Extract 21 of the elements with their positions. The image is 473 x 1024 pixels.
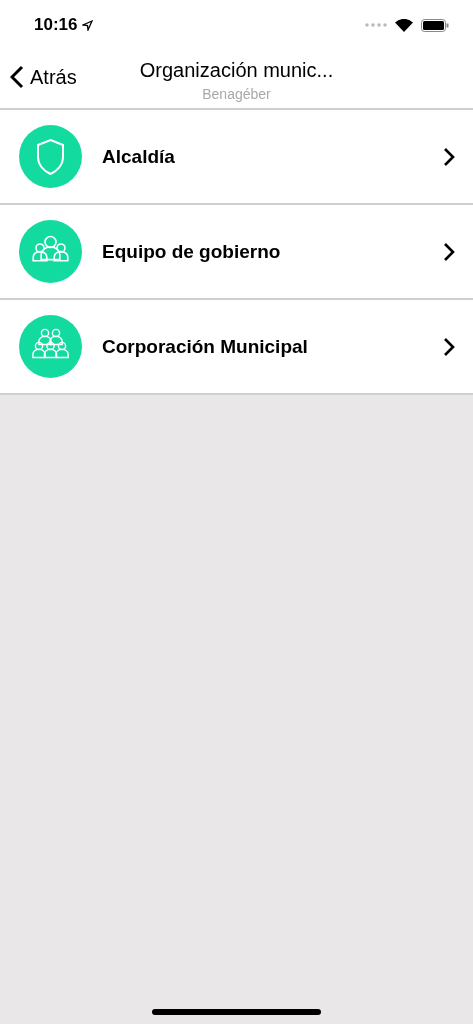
group-icon [19, 220, 82, 283]
chevron-icon [443, 241, 455, 262]
row-label: Equipo de gobierno [102, 240, 282, 263]
row-label: Corporación Municipal [102, 335, 309, 358]
row-label: Alcaldía [102, 145, 176, 168]
wifi-icon [395, 18, 413, 32]
screen-subtitle: Benagéber [202, 85, 271, 102]
screen-title: Organización munic... [139, 58, 334, 82]
shield-icon [19, 125, 82, 188]
battery-icon [421, 18, 449, 32]
chevron-icon [443, 336, 455, 357]
menu-row[interactable]: Equipo de gobierno [0, 205, 473, 300]
back-button[interactable]: Atrás [0, 64, 83, 90]
back-chevron-icon [10, 65, 24, 89]
status-time: 10:16 [34, 15, 78, 35]
menu-row[interactable]: Corporación Municipal [0, 300, 473, 395]
location-arrow-icon [82, 19, 94, 31]
crowd-icon [19, 315, 82, 378]
signal-dots-icon [365, 23, 387, 27]
chevron-icon [443, 146, 455, 167]
menu-row[interactable]: Alcaldía [0, 110, 473, 205]
